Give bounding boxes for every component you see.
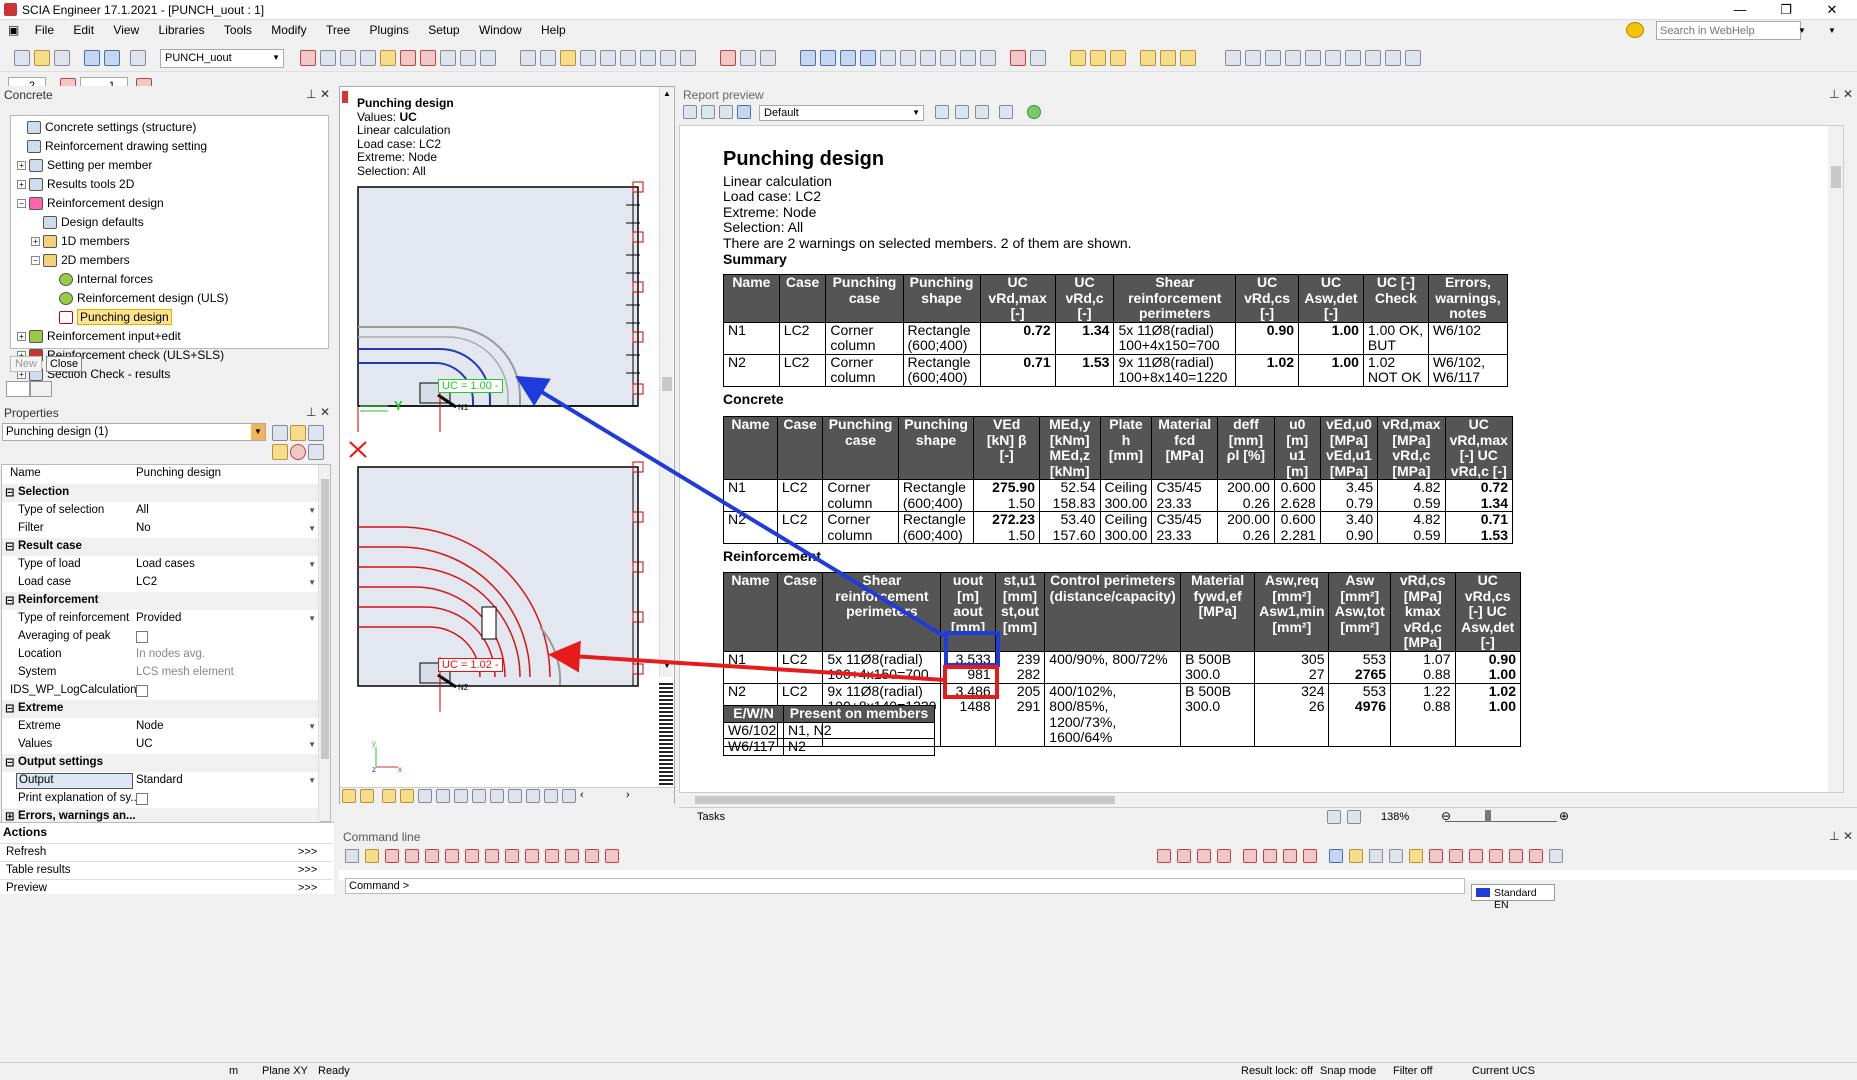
cmd-icon-22[interactable] (1349, 849, 1363, 863)
page-grid-icon[interactable] (1347, 810, 1361, 824)
cmd-icon-2[interactable] (405, 849, 419, 863)
cmd-icon-9[interactable] (545, 849, 559, 863)
command-line-header: Command line ⊥ ✕ (339, 828, 1857, 846)
cmd-icon-18[interactable] (1263, 849, 1277, 863)
status-result-lock[interactable]: Result lock: off (1241, 1065, 1313, 1077)
cmd-icon-27[interactable] (1449, 849, 1463, 863)
cmd-icon-13[interactable] (1157, 849, 1171, 863)
status-plane: Plane XY (262, 1065, 308, 1077)
cmd-icon-14[interactable] (1177, 849, 1191, 863)
zoom-in-icon[interactable]: ⊕ (1559, 809, 1569, 823)
cmd-icon-31[interactable] (1529, 849, 1543, 863)
status-filter[interactable]: Filter off (1393, 1065, 1433, 1077)
cmd-icon-6[interactable] (485, 849, 499, 863)
cmd-icon-8[interactable] (525, 849, 539, 863)
cmd-icon-5[interactable] (465, 849, 479, 863)
cmd-icon-32[interactable] (1549, 849, 1563, 863)
report-status: Tasks 138% ⊖ ⊕ (679, 807, 1857, 827)
report-hscroll[interactable] (679, 793, 1857, 807)
cmd-icon-10[interactable] (565, 849, 579, 863)
status-snap[interactable]: Snap mode (1320, 1065, 1376, 1077)
annotation-arrows (515, 375, 946, 682)
cmd-icon-20[interactable] (1303, 849, 1317, 863)
cmd-icon-23[interactable] (1369, 849, 1383, 863)
cmd-icon-15[interactable] (1197, 849, 1211, 863)
cmd-icon-29[interactable] (1489, 849, 1503, 863)
cmd-icon-17[interactable] (1243, 849, 1257, 863)
cmd-icon-1[interactable] (385, 849, 399, 863)
close-panel-icon[interactable]: ✕ (1843, 829, 1853, 843)
tasks-tab[interactable]: Tasks (697, 811, 725, 823)
language-indicator[interactable]: Standard EN (1471, 884, 1555, 911)
cmd-icon-24[interactable] (1389, 849, 1403, 863)
cmd-icon-28[interactable] (1469, 849, 1483, 863)
cmd-icon-7[interactable] (505, 849, 519, 863)
command-toolbar (339, 846, 1857, 870)
command-input[interactable]: Command > (345, 878, 1465, 894)
cmd-icon-11[interactable] (585, 849, 599, 863)
cmd-icon-26[interactable] (1429, 849, 1443, 863)
cmd-icon-25[interactable] (1409, 849, 1423, 863)
zoom-level: 138% (1381, 811, 1410, 823)
cmd-icon-16[interactable] (1217, 849, 1231, 863)
cmd-icon-3[interactable] (425, 849, 439, 863)
pin-icon[interactable]: ⊥ (1829, 829, 1839, 843)
status-state: Ready (318, 1065, 350, 1077)
zoom-slider[interactable] (1445, 810, 1557, 822)
status-unit: m (229, 1065, 239, 1077)
cmd-icon-30[interactable] (1509, 849, 1523, 863)
status-bar: m Plane XY Ready Result lock: off Snap m… (0, 1062, 1857, 1080)
cmd-icon-4[interactable] (445, 849, 459, 863)
page-view-icon[interactable] (1327, 810, 1341, 824)
pencil-icon[interactable] (365, 849, 379, 863)
cmd-icon-19[interactable] (1283, 849, 1297, 863)
status-ucs[interactable]: Current UCS (1472, 1065, 1535, 1077)
cmd-icon-12[interactable] (605, 849, 619, 863)
zoom-out-icon[interactable]: ⊖ (1441, 809, 1451, 823)
flag-icon (1476, 888, 1490, 897)
cmd-icon-21[interactable] (1329, 849, 1343, 863)
cursor-icon[interactable] (345, 849, 359, 863)
